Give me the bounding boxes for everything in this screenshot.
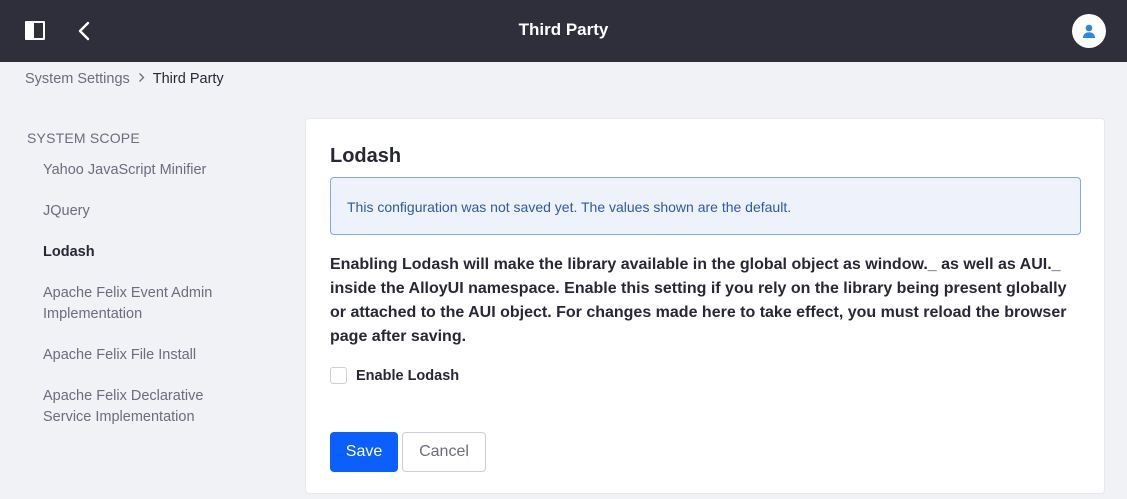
breadcrumb-third-party: Third Party xyxy=(152,71,224,87)
sidebar-item-yahoo-js-minifier[interactable]: Yahoo JavaScript Minifier xyxy=(27,160,297,181)
breadcrumb-system-settings[interactable]: System Settings xyxy=(25,71,130,87)
info-alert: This configuration was not saved yet. Th… xyxy=(330,177,1081,235)
top-navigation-bar: Third Party xyxy=(0,0,1127,62)
user-icon xyxy=(1082,24,1096,38)
settings-sidebar: SYSTEM SCOPE Yahoo JavaScript Minifier J… xyxy=(27,130,297,448)
configuration-card: Lodash This configuration was not saved … xyxy=(305,118,1105,494)
enable-lodash-checkbox[interactable] xyxy=(330,367,347,384)
sidebar-item-felix-declarative-service[interactable]: Apache Felix Declarative Service Impleme… xyxy=(27,386,227,428)
enable-lodash-label[interactable]: Enable Lodash xyxy=(356,368,459,384)
save-button[interactable]: Save xyxy=(330,432,398,472)
cancel-button[interactable]: Cancel xyxy=(402,432,486,472)
sidebar-item-felix-file-install[interactable]: Apache Felix File Install xyxy=(27,345,297,366)
configuration-title: Lodash xyxy=(330,145,402,167)
configuration-description: Enabling Lodash will make the library av… xyxy=(330,256,1067,345)
sidebar-item-lodash[interactable]: Lodash xyxy=(27,242,297,263)
enable-lodash-row[interactable]: Enable Lodash xyxy=(330,367,459,384)
panel-fill xyxy=(27,23,34,38)
page-title: Third Party xyxy=(518,20,609,39)
back-button[interactable] xyxy=(74,19,94,43)
product-menu-icon[interactable] xyxy=(25,21,45,40)
user-avatar[interactable] xyxy=(1072,14,1106,48)
chevron-right-icon xyxy=(138,72,145,86)
angle-left-icon xyxy=(78,21,90,41)
sidebar-item-felix-event-admin[interactable]: Apache Felix Event Admin Implementation xyxy=(27,283,227,325)
breadcrumb: System Settings Third Party xyxy=(25,71,224,87)
sidebar-section-title: SYSTEM SCOPE xyxy=(27,130,140,146)
sidebar-item-jquery[interactable]: JQuery xyxy=(27,201,297,222)
